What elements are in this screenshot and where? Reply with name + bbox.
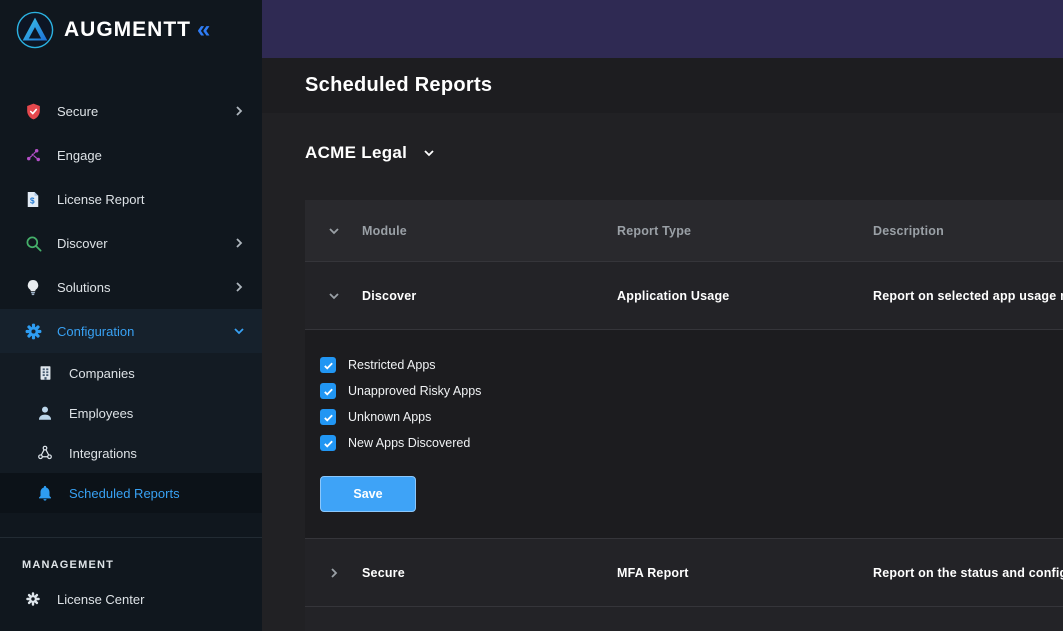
save-button[interactable]: Save xyxy=(320,476,416,512)
sidebar-item-integrations[interactable]: Integrations xyxy=(0,433,262,473)
sidebar-item-engage[interactable]: Engage xyxy=(0,133,262,177)
sidebar-menu: Secure Engage $ License Report xyxy=(0,89,262,621)
svg-text:$: $ xyxy=(30,196,35,205)
management-section-label: MANAGEMENT xyxy=(0,538,262,577)
sidebar-item-discover[interactable]: Discover xyxy=(0,221,262,265)
magnifier-icon xyxy=(22,233,44,253)
gear-icon xyxy=(22,321,44,341)
chevron-right-icon xyxy=(232,236,246,250)
cell-description: Report on the status and config xyxy=(873,566,1063,580)
cell-description: Report on selected app usage m xyxy=(873,289,1063,303)
chevron-down-icon xyxy=(421,145,437,161)
lightbulb-icon xyxy=(22,277,44,297)
column-header-module: Module xyxy=(362,224,617,238)
sidebar-item-configuration[interactable]: Configuration xyxy=(0,309,262,353)
company-selector[interactable]: ACME Legal xyxy=(305,143,437,163)
top-banner-bar xyxy=(262,0,1063,58)
chevron-right-icon xyxy=(232,104,246,118)
checkbox-checked-icon[interactable] xyxy=(320,357,336,373)
configuration-submenu: Companies Employees Integrations Schedul… xyxy=(0,353,262,513)
sidebar-item-companies[interactable]: Companies xyxy=(0,353,262,393)
checkbox-row-unknown-apps[interactable]: Unknown Apps xyxy=(320,404,1063,430)
main-content: ACME Legal Module Report Type Descriptio… xyxy=(262,113,1063,631)
checkbox-row-restricted-apps[interactable]: Restricted Apps xyxy=(320,352,1063,378)
building-icon xyxy=(34,363,56,383)
company-name: ACME Legal xyxy=(305,143,407,163)
expand-all-chevron-icon[interactable] xyxy=(305,224,362,238)
chevron-right-icon xyxy=(232,280,246,294)
engage-icon xyxy=(22,145,44,165)
sidebar-item-secure[interactable]: Secure xyxy=(0,89,262,133)
page-title: Scheduled Reports xyxy=(305,74,492,97)
bell-icon xyxy=(34,483,56,503)
sidebar: AUGMENTT « Secure Engage xyxy=(0,0,262,631)
expand-row-chevron-icon[interactable] xyxy=(305,566,362,580)
brand-header: AUGMENTT « xyxy=(0,0,262,60)
augmentt-logo-icon xyxy=(16,11,54,49)
sidebar-item-license-report[interactable]: $ License Report xyxy=(0,177,262,221)
collapse-row-chevron-icon[interactable] xyxy=(305,289,362,303)
cell-module: Secure xyxy=(362,566,617,580)
license-report-icon: $ xyxy=(22,189,44,209)
page-header: Scheduled Reports xyxy=(262,58,1063,113)
column-header-description: Description xyxy=(873,224,1063,238)
checkbox-checked-icon[interactable] xyxy=(320,383,336,399)
cell-report-type: Application Usage xyxy=(617,289,873,303)
org-chart-icon xyxy=(34,443,56,463)
management-section: MANAGEMENT License Center xyxy=(0,537,262,621)
gear-badge-icon xyxy=(22,589,44,609)
sidebar-collapse-icon[interactable]: « xyxy=(197,18,210,42)
sidebar-item-scheduled-reports[interactable]: Scheduled Reports xyxy=(0,473,262,513)
discover-options-panel: Restricted Apps Unapproved Risky Apps Un… xyxy=(305,330,1063,539)
sidebar-item-license-center[interactable]: License Center xyxy=(0,577,262,621)
cell-module: Discover xyxy=(362,289,617,303)
column-header-report-type: Report Type xyxy=(617,224,873,238)
person-icon xyxy=(34,403,56,423)
cell-report-type: MFA Report xyxy=(617,566,873,580)
checkbox-row-new-apps-discovered[interactable]: New Apps Discovered xyxy=(320,430,1063,456)
checkbox-checked-icon[interactable] xyxy=(320,435,336,451)
table-row-discover[interactable]: Discover Application Usage Report on sel… xyxy=(305,262,1063,330)
scheduled-reports-table: Module Report Type Description Discover … xyxy=(305,200,1063,631)
brand-name: AUGMENTT xyxy=(64,18,191,42)
table-row-license[interactable]: License License Report Report on license… xyxy=(305,607,1063,631)
checkbox-row-unapproved-risky-apps[interactable]: Unapproved Risky Apps xyxy=(320,378,1063,404)
table-header-row: Module Report Type Description xyxy=(305,200,1063,262)
chevron-down-icon xyxy=(232,324,246,338)
sidebar-item-employees[interactable]: Employees xyxy=(0,393,262,433)
sidebar-item-solutions[interactable]: Solutions xyxy=(0,265,262,309)
table-row-secure[interactable]: Secure MFA Report Report on the status a… xyxy=(305,539,1063,607)
shield-icon xyxy=(22,101,44,121)
checkbox-checked-icon[interactable] xyxy=(320,409,336,425)
